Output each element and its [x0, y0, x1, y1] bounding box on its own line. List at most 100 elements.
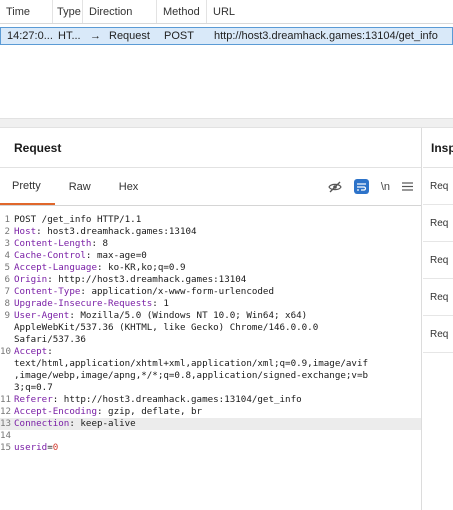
code-line: 7 Content-Type: application/x-www-form-ur…: [0, 286, 421, 298]
inspector-item[interactable]: Req: [423, 168, 453, 205]
inspector-item[interactable]: Req: [423, 205, 453, 242]
inspector-item[interactable]: Req: [423, 279, 453, 316]
line-text: : http://host3.dreamhack.games:13104/get…: [52, 394, 302, 405]
code-line: 8 Upgrade-Insecure-Requests: 1: [0, 298, 421, 310]
line-text: : gzip, deflate, br: [96, 406, 203, 417]
line-text: : http://host3.dreamhack.games:13104: [47, 274, 247, 285]
request-editor[interactable]: 1 POST /get_info HTTP/1.1 2 Host: host3.dr…: [0, 208, 421, 510]
code-line: 3;q=0.7: [0, 382, 421, 394]
header-name: Origin: [14, 274, 48, 285]
line-number: 15: [0, 442, 12, 453]
code-line: Safari/537.36: [0, 334, 421, 346]
line-text: : keep-alive: [69, 418, 136, 429]
line-number: 12: [0, 406, 12, 417]
eye-slash-icon[interactable]: [328, 179, 342, 195]
line-text: : ko-KR,ko;q=0.9: [96, 262, 186, 273]
table-row[interactable]: 14:27:0... HT... → Request POST http://h…: [0, 27, 453, 45]
editor-toolbar: \n: [328, 168, 413, 205]
header-name: Accept-Encoding: [14, 406, 97, 417]
line-text: : 8: [91, 238, 109, 249]
header-name: Accept-Language: [14, 262, 97, 273]
header-name: Content-Length: [14, 238, 92, 249]
line-number: 13: [0, 418, 12, 429]
header-name: User-Agent: [14, 310, 70, 321]
tab-raw[interactable]: Raw: [55, 168, 105, 205]
line-number: 6: [4, 274, 10, 285]
header-name: Content-Type: [14, 286, 81, 297]
code-line: 9 User-Agent: Mozilla/5.0 (Windows NT 10.…: [0, 310, 421, 322]
row-method: POST: [164, 30, 194, 42]
word-wrap-icon[interactable]: [353, 179, 369, 194]
code-line: 1 POST /get_info HTTP/1.1: [0, 214, 421, 226]
header-name: Referer: [14, 394, 53, 405]
line-number: 2: [4, 226, 10, 237]
code-line: 2 Host: host3.dreamhack.games:13104: [0, 226, 421, 238]
code-line: 3 Content-Length: 8: [0, 238, 421, 250]
row-direction: → Request: [84, 28, 158, 44]
line-text: :: [47, 346, 53, 357]
line-number: 9: [4, 310, 10, 321]
line-number: [0, 322, 14, 334]
line-number: 8: [4, 298, 10, 309]
header-name: Connection: [14, 418, 70, 429]
line-number: 3: [4, 238, 10, 249]
line-number: 11: [0, 394, 12, 405]
line-text: ,image/webp,image/apng,*/*;q=0.8,applica…: [14, 370, 369, 381]
line-text: 3;q=0.7: [14, 382, 53, 393]
code-line: 4 Cache-Control: max-age=0: [0, 250, 421, 262]
inspector-panel: Insp Req Req Req Req Req: [423, 128, 453, 510]
pane-splitter[interactable]: [0, 118, 453, 128]
header-name: Host: [14, 226, 37, 237]
row-direction-label: Request: [109, 30, 150, 42]
row-type: HT...: [58, 30, 81, 42]
line-text: : max-age=0: [85, 250, 147, 261]
line-number: 14: [0, 430, 12, 441]
hamburger-menu-icon[interactable]: [402, 179, 413, 195]
line-text: text/html,application/xhtml+xml,applicat…: [14, 358, 369, 369]
column-header-method[interactable]: Method: [157, 0, 207, 23]
line-text: Safari/537.36: [14, 334, 86, 345]
line-text: : host3.dreamhack.games:13104: [36, 226, 197, 237]
line-text: POST /get_info HTTP/1.1: [14, 214, 142, 225]
column-header-time[interactable]: Time: [0, 0, 53, 23]
history-header-row: Time Type Direction Method URL: [0, 0, 453, 24]
http-history-table: Time Type Direction Method URL 14:27:0..…: [0, 0, 453, 118]
code-line: 14: [0, 430, 421, 442]
line-number: [0, 370, 14, 382]
line-text: : application/x-www-form-urlencoded: [80, 286, 274, 297]
code-line: ,image/webp,image/apng,*/*;q=0.8,applica…: [0, 370, 421, 382]
line-number: 10: [0, 346, 12, 357]
tab-pretty[interactable]: Pretty: [0, 168, 55, 205]
header-name: Upgrade-Insecure-Requests: [14, 298, 153, 309]
line-text: : Mozilla/5.0 (Windows NT 10.0; Win64; x…: [69, 310, 308, 321]
column-header-direction[interactable]: Direction: [83, 0, 157, 23]
line-number: [0, 334, 14, 346]
request-panel-title: Request: [0, 128, 421, 168]
tab-hex[interactable]: Hex: [105, 168, 153, 205]
request-panel: Request Pretty Raw Hex \n 1 POST /get_inf…: [0, 128, 422, 510]
line-number: [0, 358, 14, 370]
line-number: [0, 382, 14, 394]
code-line: 15 userid=0: [0, 442, 421, 454]
line-number: 1: [4, 214, 10, 225]
line-text: : 1: [152, 298, 169, 309]
code-line: text/html,application/xhtml+xml,applicat…: [0, 358, 421, 370]
column-header-url[interactable]: URL: [207, 0, 453, 23]
inspector-item[interactable]: Req: [423, 242, 453, 279]
show-newlines-toggle[interactable]: \n: [381, 179, 390, 195]
code-line: AppleWebKit/537.36 (KHTML, like Gecko) C…: [0, 322, 421, 334]
row-time: 14:27:0...: [7, 30, 53, 42]
request-view-tabs: Pretty Raw Hex \n: [0, 168, 421, 206]
inspector-title: Insp: [423, 128, 453, 168]
code-line-highlighted: 13 Connection: keep-alive: [0, 418, 421, 430]
param-value: 0: [52, 442, 59, 453]
line-number: 4: [4, 250, 10, 261]
header-name: Accept: [14, 346, 48, 357]
code-line: 12 Accept-Encoding: gzip, deflate, br: [0, 406, 421, 418]
column-header-type[interactable]: Type: [53, 0, 83, 23]
line-text: AppleWebKit/537.36 (KHTML, like Gecko) C…: [14, 322, 319, 333]
inspector-item[interactable]: Req: [423, 316, 453, 353]
code-line: 5 Accept-Language: ko-KR,ko;q=0.9: [0, 262, 421, 274]
code-line: 11 Referer: http://host3.dreamhack.games:…: [0, 394, 421, 406]
row-url: http://host3.dreamhack.games:13104/get_i…: [214, 30, 438, 42]
